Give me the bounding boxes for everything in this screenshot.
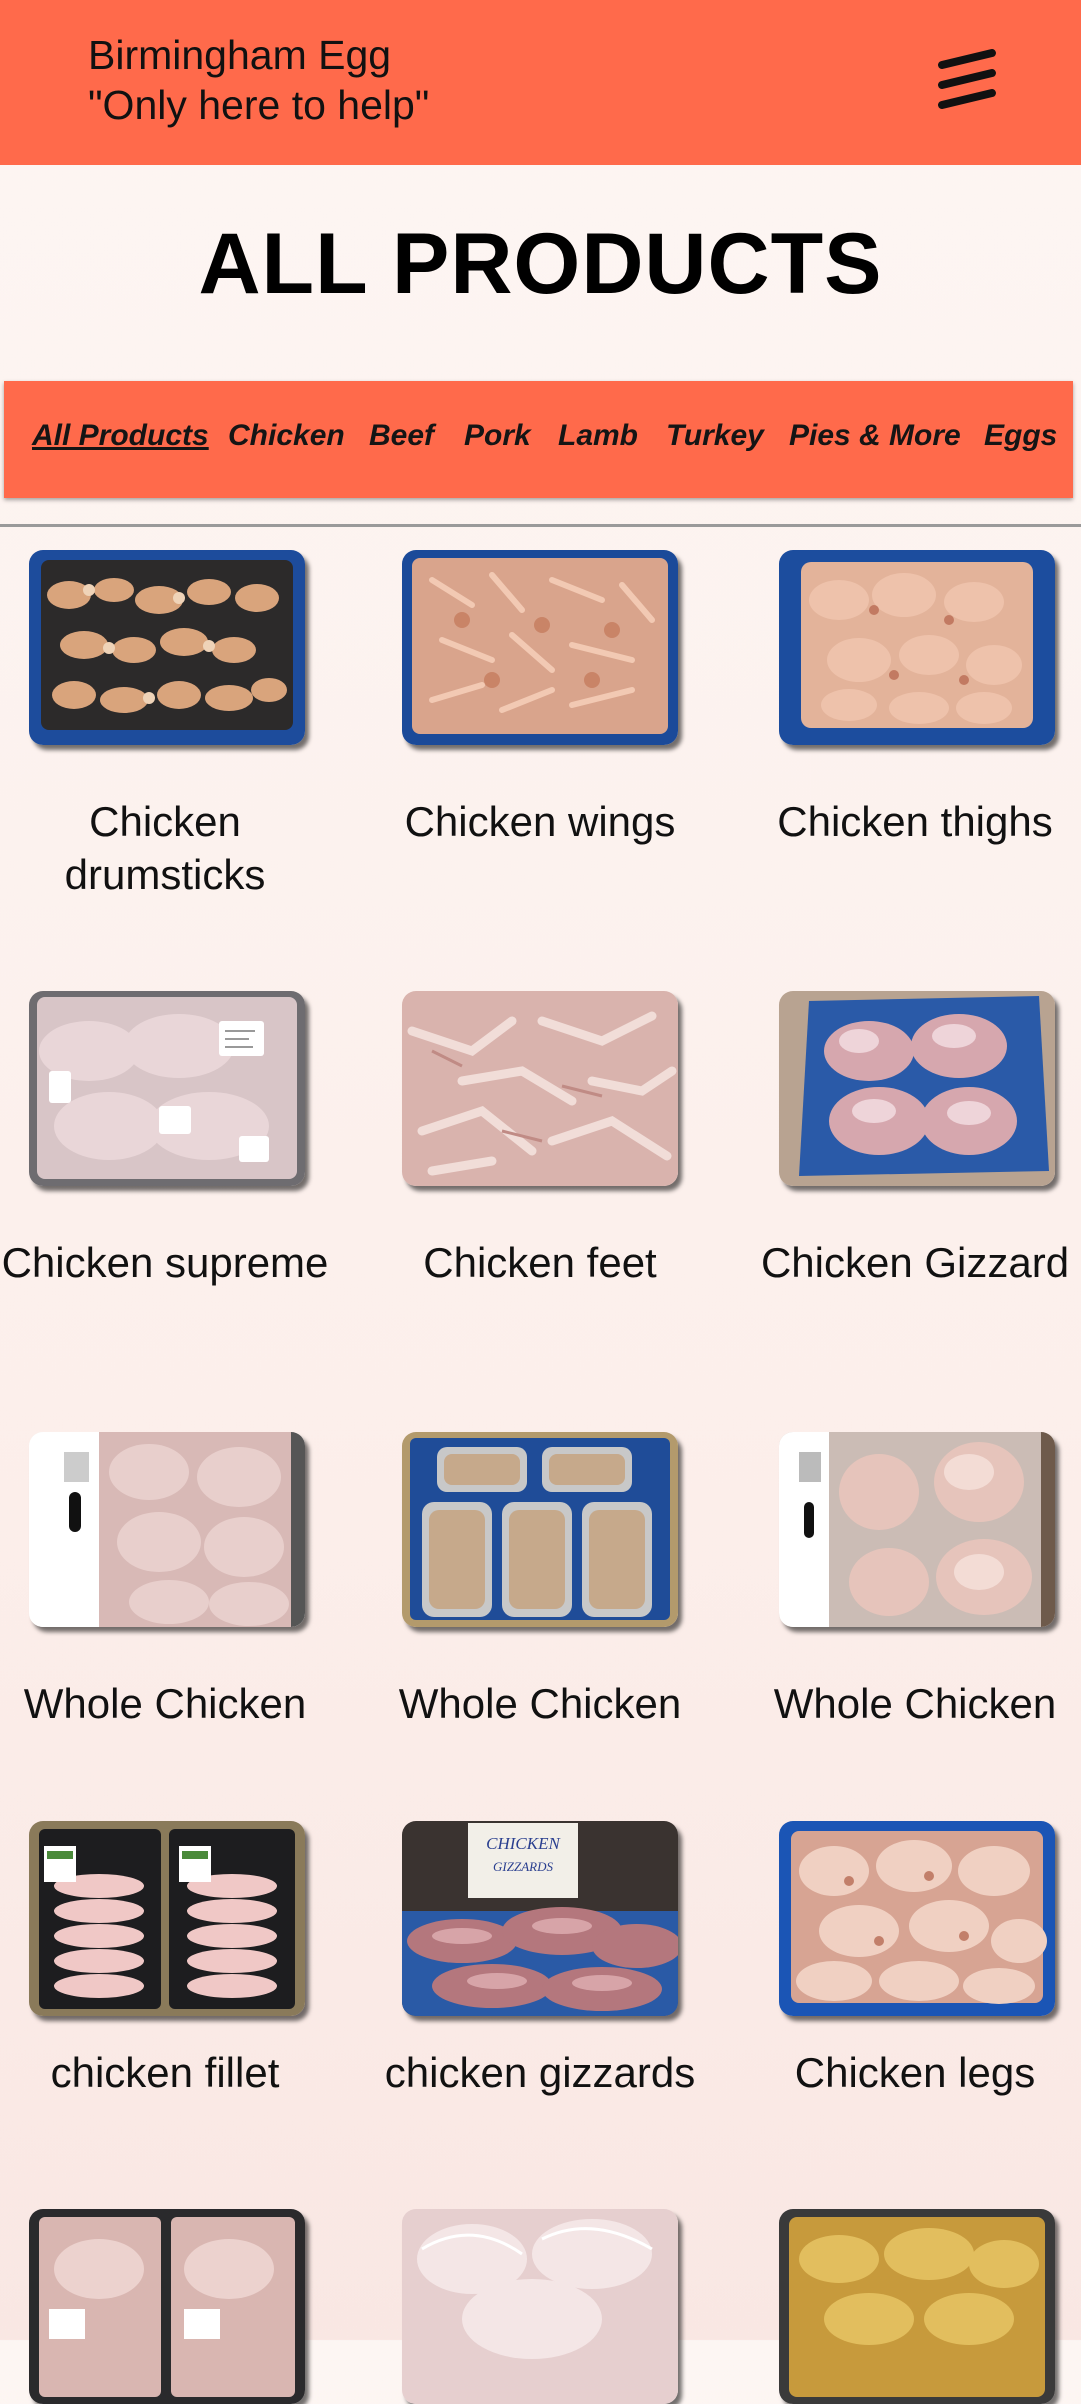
category-beef[interactable]: Beef	[369, 419, 434, 453]
product-image[interactable]	[779, 1432, 1055, 1627]
product-image[interactable]	[402, 550, 678, 745]
category-pies-more[interactable]: Pies & More	[789, 419, 961, 453]
product-card[interactable]: Whole Chicken	[360, 1432, 720, 1772]
product-image[interactable]	[402, 991, 678, 1186]
product-card[interactable]: Chicken legs	[735, 1821, 1081, 2161]
product-image[interactable]	[402, 1432, 678, 1627]
product-card[interactable]: CHICKEN GIZZARDS chicken gizzards	[360, 1821, 720, 2161]
product-card[interactable]: Chicken wings	[360, 550, 720, 920]
product-name[interactable]: Chicken wings	[360, 795, 720, 848]
category-nav: All Products Chicken Beef Pork Lamb Turk…	[4, 381, 1073, 498]
product-card[interactable]: Chicken Gizzard	[735, 991, 1081, 1361]
product-name[interactable]: Chicken legs	[735, 2046, 1081, 2099]
product-name[interactable]: Whole Chicken	[735, 1677, 1081, 1730]
product-image[interactable]	[29, 550, 305, 745]
product-name[interactable]: Chicken Gizzard	[735, 1236, 1081, 1289]
product-image[interactable]	[779, 991, 1055, 1186]
category-eggs[interactable]: Eggs	[984, 419, 1057, 453]
product-name[interactable]: Chicken feet	[360, 1236, 720, 1289]
hamburger-menu-icon[interactable]	[930, 45, 1002, 117]
brand[interactable]: Birmingham Egg "Only here to help"	[88, 30, 429, 130]
product-card[interactable]	[735, 2209, 1081, 2404]
product-name[interactable]: Chicken thighs	[735, 795, 1081, 848]
product-image[interactable]	[29, 1821, 305, 2016]
product-card[interactable]	[360, 2209, 720, 2404]
product-card[interactable]: Chicken supreme	[0, 991, 345, 1361]
product-name[interactable]: chicken fillet	[0, 2046, 345, 2099]
product-image[interactable]	[402, 2209, 678, 2404]
product-card[interactable]	[0, 2209, 345, 2404]
divider	[0, 524, 1081, 527]
product-card[interactable]: Chicken thighs	[735, 550, 1081, 920]
category-turkey[interactable]: Turkey	[666, 419, 764, 453]
product-image[interactable]	[29, 991, 305, 1186]
product-image[interactable]	[779, 2209, 1055, 2404]
product-image[interactable]	[779, 1821, 1055, 2016]
category-chicken[interactable]: Chicken	[228, 419, 345, 453]
product-card[interactable]: Whole Chicken	[0, 1432, 345, 1772]
product-card[interactable]: Chicken drumsticks	[0, 550, 345, 920]
product-name[interactable]: Chicken supreme	[0, 1236, 345, 1289]
category-lamb[interactable]: Lamb	[558, 419, 638, 453]
product-image[interactable]	[29, 2209, 305, 2404]
product-name[interactable]: Chicken drumsticks	[0, 795, 345, 901]
product-image[interactable]	[779, 550, 1055, 745]
product-image[interactable]	[29, 1432, 305, 1627]
product-card[interactable]: Whole Chicken	[735, 1432, 1081, 1772]
product-card[interactable]: chicken fillet	[0, 1821, 345, 2161]
product-image[interactable]: CHICKEN GIZZARDS	[402, 1821, 678, 2016]
svg-text:CHICKEN: CHICKEN	[486, 1834, 561, 1853]
category-all-products[interactable]: All Products	[32, 419, 209, 453]
page-title: ALL PRODUCTS	[198, 216, 883, 312]
product-name[interactable]: Whole Chicken	[360, 1677, 720, 1730]
brand-tagline: "Only here to help"	[88, 82, 430, 128]
svg-text:GIZZARDS: GIZZARDS	[493, 1859, 553, 1874]
product-card[interactable]: Chicken feet	[360, 991, 720, 1361]
site-header: Birmingham Egg "Only here to help"	[0, 0, 1081, 165]
brand-name: Birmingham Egg	[88, 32, 392, 78]
product-name[interactable]: Whole Chicken	[0, 1677, 345, 1730]
category-pork[interactable]: Pork	[464, 419, 531, 453]
product-name[interactable]: chicken gizzards	[360, 2046, 720, 2099]
